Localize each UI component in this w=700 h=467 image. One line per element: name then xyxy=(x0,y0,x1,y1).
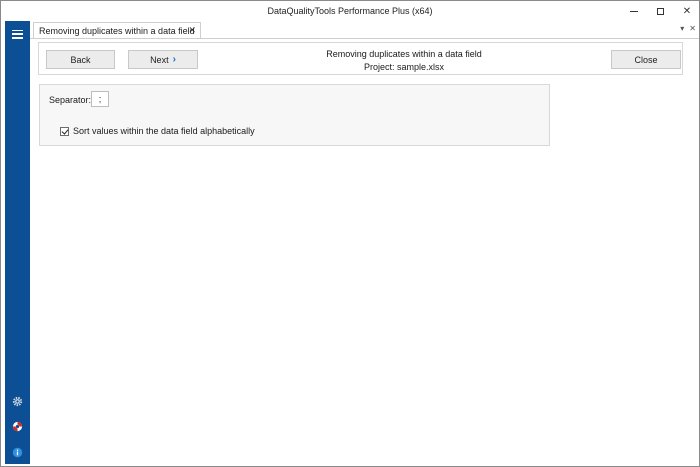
tab-removing-duplicates[interactable]: Removing duplicates within a data field … xyxy=(33,22,201,38)
minimize-icon xyxy=(630,10,638,12)
maximize-button[interactable] xyxy=(645,1,675,21)
sort-checkbox[interactable] xyxy=(60,126,69,136)
info-icon xyxy=(12,447,23,457)
tab-close-icon[interactable]: ✕ xyxy=(188,25,196,36)
wizard-toolbar: Back Next › Removing duplicates within a… xyxy=(38,42,683,75)
tab-tools: ▾ ✕ xyxy=(680,24,696,33)
sort-checkbox-row[interactable]: Sort values within the data field alphab… xyxy=(60,126,255,136)
window-title: DataQualityTools Performance Plus (x64) xyxy=(267,6,433,16)
next-button[interactable]: Next › xyxy=(128,50,198,69)
close-window-button[interactable]: ✕ xyxy=(672,1,700,21)
tab-strip-close-icon[interactable]: ✕ xyxy=(689,24,696,33)
wizard-header: Removing duplicates within a data field … xyxy=(199,48,609,74)
close-button-label: Close xyxy=(634,54,658,65)
settings-button[interactable] xyxy=(5,392,30,410)
help-button[interactable] xyxy=(5,417,30,435)
gear-icon xyxy=(12,396,23,406)
tab-dropdown-icon[interactable]: ▾ xyxy=(680,24,684,33)
menu-button[interactable] xyxy=(5,25,30,43)
lifebuoy-icon xyxy=(12,421,23,431)
options-panel: Separator: ; Sort values within the data… xyxy=(39,84,550,146)
next-button-label: Next xyxy=(150,54,169,65)
back-button[interactable]: Back xyxy=(46,50,115,69)
page-title: Removing duplicates within a data field xyxy=(326,49,482,59)
tab-strip: Removing duplicates within a data field … xyxy=(30,21,699,38)
app-window: DataQualityTools Performance Plus (x64) … xyxy=(0,0,700,467)
sidebar xyxy=(5,21,30,464)
back-button-label: Back xyxy=(70,54,91,65)
sort-checkbox-label: Sort values within the data field alphab… xyxy=(73,126,255,136)
project-name: Project: sample.xlsx xyxy=(363,62,445,72)
tab-label: Removing duplicates within a data field xyxy=(39,25,195,36)
maximize-icon xyxy=(656,7,664,15)
hamburger-icon xyxy=(12,29,23,39)
title-bar: DataQualityTools Performance Plus (x64) … xyxy=(1,1,699,21)
main-content: Back Next › Removing duplicates within a… xyxy=(30,38,699,464)
close-button[interactable]: Close xyxy=(611,50,681,69)
separator-input[interactable]: ; xyxy=(91,91,109,107)
chevron-right-icon: › xyxy=(172,54,176,65)
info-button[interactable] xyxy=(5,443,30,461)
separator-label: Separator: xyxy=(49,95,92,105)
close-icon: ✕ xyxy=(682,5,692,17)
